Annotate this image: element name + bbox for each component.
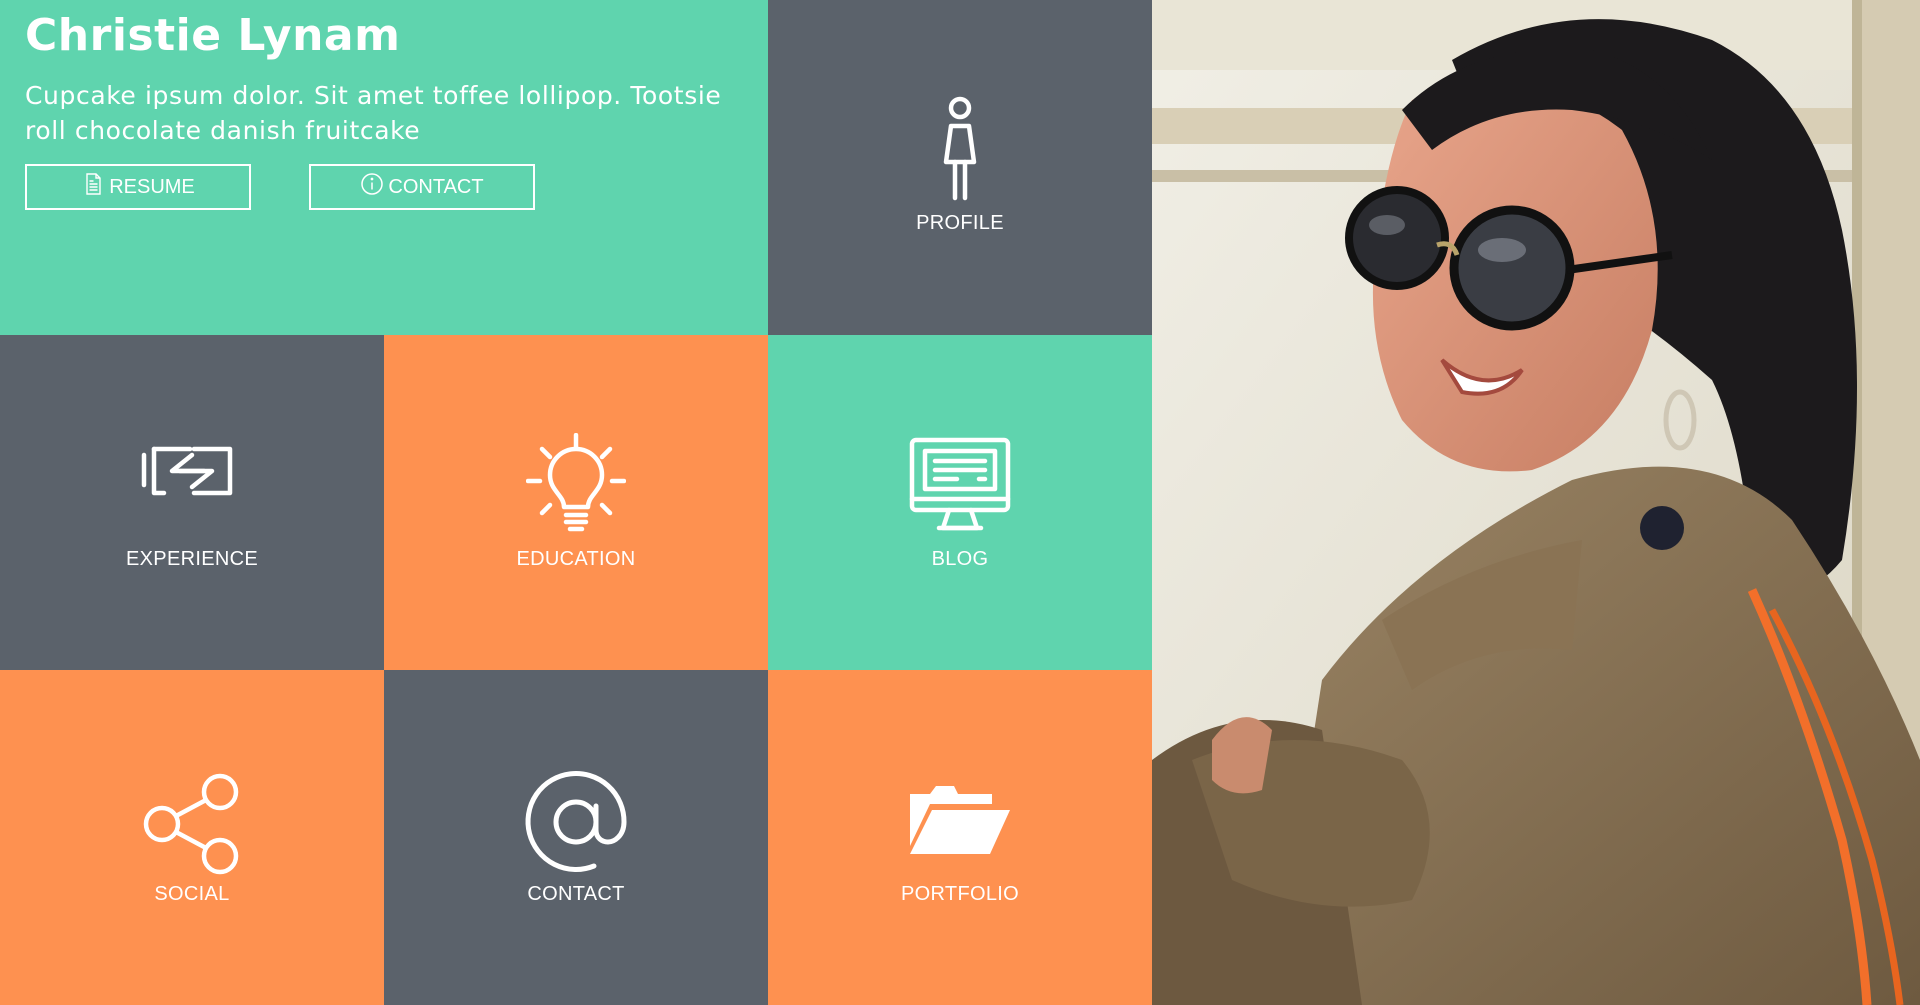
document-icon [81,172,105,202]
tile-profile-label: PROFILE [916,212,1004,234]
page-title: Christie Lynam [25,10,401,61]
info-icon [360,172,384,202]
tile-contact-label: CONTACT [527,883,625,905]
tagline: Cupcake ipsum dolor. Sit amet toffee lol… [25,81,722,145]
tile-education-label: EDUCATION [516,548,636,570]
tile-grid: Christie Lynam Cupcake ipsum dolor. Sit … [0,0,1152,1005]
tile-experience-label: EXPERIENCE [126,548,258,570]
tile-blog-label: BLOG [931,548,989,570]
resume-button[interactable]: RESUME [25,164,251,210]
hero-panel: Christie Lynam Cupcake ipsum dolor. Sit … [0,0,768,335]
lightbulb-icon [384,433,768,535]
tile-profile[interactable]: PROFILE [768,0,1152,335]
profile-photo [1152,0,1920,1005]
tile-portfolio-label: PORTFOLIO [901,883,1019,905]
tile-experience[interactable]: EXPERIENCE [0,335,384,670]
exchange-icon [0,445,384,497]
share-icon [0,772,384,876]
monitor-icon [768,437,1152,533]
tile-blog[interactable]: BLOG [768,335,1152,670]
tile-education[interactable]: EDUCATION [384,335,768,670]
tile-social[interactable]: SOCIAL [0,670,384,1005]
tile-contact[interactable]: CONTACT [384,670,768,1005]
contact-button[interactable]: CONTACT [309,164,535,210]
contact-button-label: CONTACT [388,175,484,198]
tile-social-label: SOCIAL [154,883,230,905]
at-sign-icon [384,770,768,874]
person-icon [768,96,1152,202]
folder-icon [768,784,1152,856]
resume-button-label: RESUME [109,175,195,198]
tile-portfolio[interactable]: PORTFOLIO [768,670,1152,1005]
